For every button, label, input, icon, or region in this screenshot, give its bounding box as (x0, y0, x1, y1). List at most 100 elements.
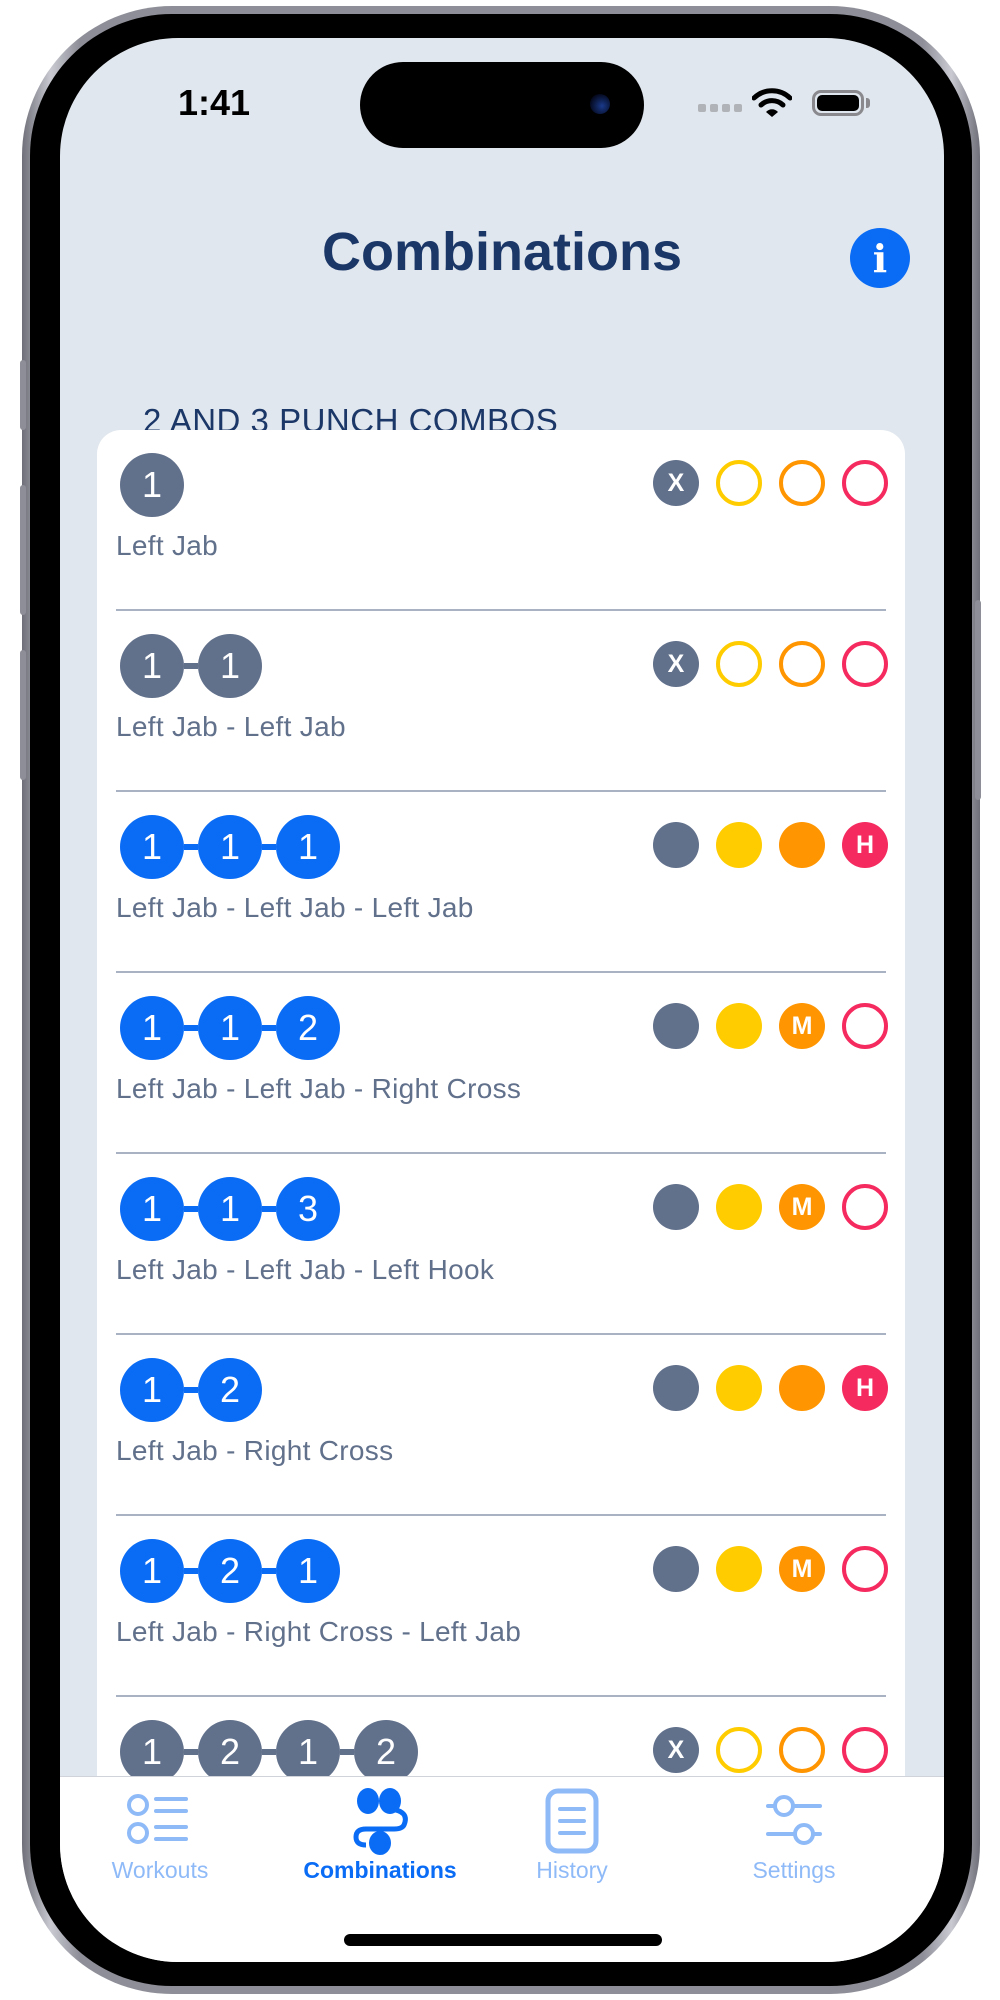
difficulty-x-toggle[interactable] (653, 1003, 699, 1049)
punch-sequence: 113 (120, 1177, 340, 1241)
combo-row[interactable]: 1 1 3 M Left Jab - Left Jab - Left Hook (97, 1154, 905, 1335)
punch-sequence: 1 (120, 453, 184, 517)
punch-connector (184, 1749, 198, 1755)
combo-label: Left Jab (116, 530, 219, 561)
list-bullet-icon (127, 1794, 188, 1844)
difficulty-hard-toggle[interactable] (842, 460, 888, 506)
screen: 1:41 Combinations i 2 AND 3 PUNCH COMBOS… (60, 38, 944, 1962)
combo-label: Left Jab - Left Jab (116, 711, 346, 742)
sliders-icon (766, 1795, 822, 1845)
difficulty-medium-toggle[interactable]: M (779, 1546, 825, 1592)
difficulty-levels: M (653, 1546, 888, 1592)
history-list-icon (545, 1788, 599, 1854)
difficulty-easy-toggle[interactable] (716, 460, 762, 506)
punch-connector (262, 844, 276, 850)
punch-number: 1 (120, 815, 184, 879)
tab-history[interactable]: History (472, 1777, 672, 1887)
difficulty-x-toggle[interactable] (653, 822, 699, 868)
difficulty-hard-toggle[interactable] (842, 1184, 888, 1230)
info-button[interactable]: i (850, 228, 910, 288)
difficulty-hard-toggle[interactable] (842, 641, 888, 687)
tab-label: Workouts (111, 1857, 209, 1883)
difficulty-easy-toggle[interactable] (716, 1546, 762, 1592)
difficulty-easy-toggle[interactable] (716, 1184, 762, 1230)
difficulty-levels: X (653, 1727, 888, 1773)
punch-number: 2 (198, 1539, 262, 1603)
combo-row[interactable]: 1 2 1 M Left Jab - Right Cross - Left Jab (97, 1516, 905, 1697)
punch-connector (262, 1749, 276, 1755)
difficulty-hard-toggle[interactable]: H (842, 822, 888, 868)
difficulty-x-toggle[interactable]: X (653, 460, 699, 506)
difficulty-medium-toggle[interactable] (779, 641, 825, 687)
combo-label: Left Jab - Right Cross (116, 1435, 394, 1466)
volume-down-button (20, 650, 26, 780)
punch-connector (184, 844, 198, 850)
punch-number: 1 (198, 996, 262, 1060)
punch-sequence: 12 (120, 1358, 262, 1422)
punch-number: 1 (120, 1539, 184, 1603)
punch-number: 1 (120, 996, 184, 1060)
combo-label: Left Jab - Right Cross - Left Jab (116, 1616, 522, 1647)
volume-up-button (20, 485, 26, 615)
combo-row[interactable]: 1 1 1 H Left Jab - Left Jab - Left Jab (97, 792, 905, 973)
punch-connector (184, 1206, 198, 1212)
difficulty-x-toggle[interactable]: X (653, 641, 699, 687)
battery-tip (866, 98, 870, 108)
difficulty-x-toggle[interactable]: X (653, 1727, 699, 1773)
wifi-icon (752, 88, 792, 117)
punch-number: 1 (120, 453, 184, 517)
punch-connector (184, 1025, 198, 1031)
punch-connector (184, 1387, 198, 1393)
difficulty-medium-toggle[interactable]: M (779, 1003, 825, 1049)
difficulty-x-toggle[interactable] (653, 1546, 699, 1592)
combo-row[interactable]: 1 1 X Left Jab - Left Jab (97, 611, 905, 792)
combo-row[interactable]: 1 1 2 M Left Jab - Left Jab - Right Cross (97, 973, 905, 1154)
punch-connector (262, 1025, 276, 1031)
combo-row[interactable]: 1 2 H Left Jab - Right Cross (97, 1335, 905, 1516)
combo-row[interactable]: 1 X Left Jab (97, 430, 905, 611)
tab-combinations[interactable]: Combinations (280, 1777, 480, 1887)
difficulty-x-toggle[interactable] (653, 1184, 699, 1230)
difficulty-medium-toggle[interactable]: M (779, 1184, 825, 1230)
punch-number: 1 (120, 1177, 184, 1241)
tab-label: Settings (752, 1857, 836, 1883)
difficulty-easy-toggle[interactable] (716, 1365, 762, 1411)
difficulty-x-toggle[interactable] (653, 1365, 699, 1411)
difficulty-levels: H (653, 822, 888, 868)
difficulty-easy-toggle[interactable] (716, 1727, 762, 1773)
difficulty-easy-toggle[interactable] (716, 641, 762, 687)
difficulty-medium-toggle[interactable] (779, 1365, 825, 1411)
difficulty-hard-toggle[interactable] (842, 1546, 888, 1592)
status-time: 1:41 (178, 82, 251, 123)
punch-connector (184, 1568, 198, 1574)
combos-list: 1 X Left Jab 1 1 X Left Jab - Left Jab 1 1 1 H Left… (97, 430, 905, 1830)
difficulty-hard-toggle[interactable] (842, 1727, 888, 1773)
punch-connector (262, 1568, 276, 1574)
difficulty-medium-toggle[interactable] (779, 460, 825, 506)
home-indicator[interactable] (344, 1934, 662, 1946)
punch-number: 1 (198, 634, 262, 698)
punch-number: 1 (120, 1720, 184, 1784)
punch-sequence: 111 (120, 815, 340, 879)
punch-number: 1 (120, 634, 184, 698)
tab-label: Combinations (303, 1857, 457, 1883)
difficulty-medium-toggle[interactable] (779, 1727, 825, 1773)
difficulty-hard-toggle[interactable] (842, 1003, 888, 1049)
difficulty-hard-toggle[interactable]: H (842, 1365, 888, 1411)
punch-number: 1 (198, 1177, 262, 1241)
tab-workouts[interactable]: Workouts (60, 1777, 260, 1887)
page-title: Combinations (322, 222, 682, 282)
difficulty-levels: M (653, 1003, 888, 1049)
difficulty-easy-toggle[interactable] (716, 1003, 762, 1049)
difficulty-easy-toggle[interactable] (716, 822, 762, 868)
combo-label: Left Jab - Left Jab - Left Jab (116, 892, 474, 923)
punch-connector (184, 663, 198, 669)
punch-number: 1 (276, 1720, 340, 1784)
punch-connector (262, 1206, 276, 1212)
punch-number: 2 (354, 1720, 418, 1784)
combo-label: Left Jab - Left Jab - Left Hook (116, 1254, 495, 1285)
tab-settings[interactable]: Settings (694, 1777, 894, 1887)
combinations-icon (353, 1788, 408, 1855)
difficulty-levels: H (653, 1365, 888, 1411)
difficulty-medium-toggle[interactable] (779, 822, 825, 868)
